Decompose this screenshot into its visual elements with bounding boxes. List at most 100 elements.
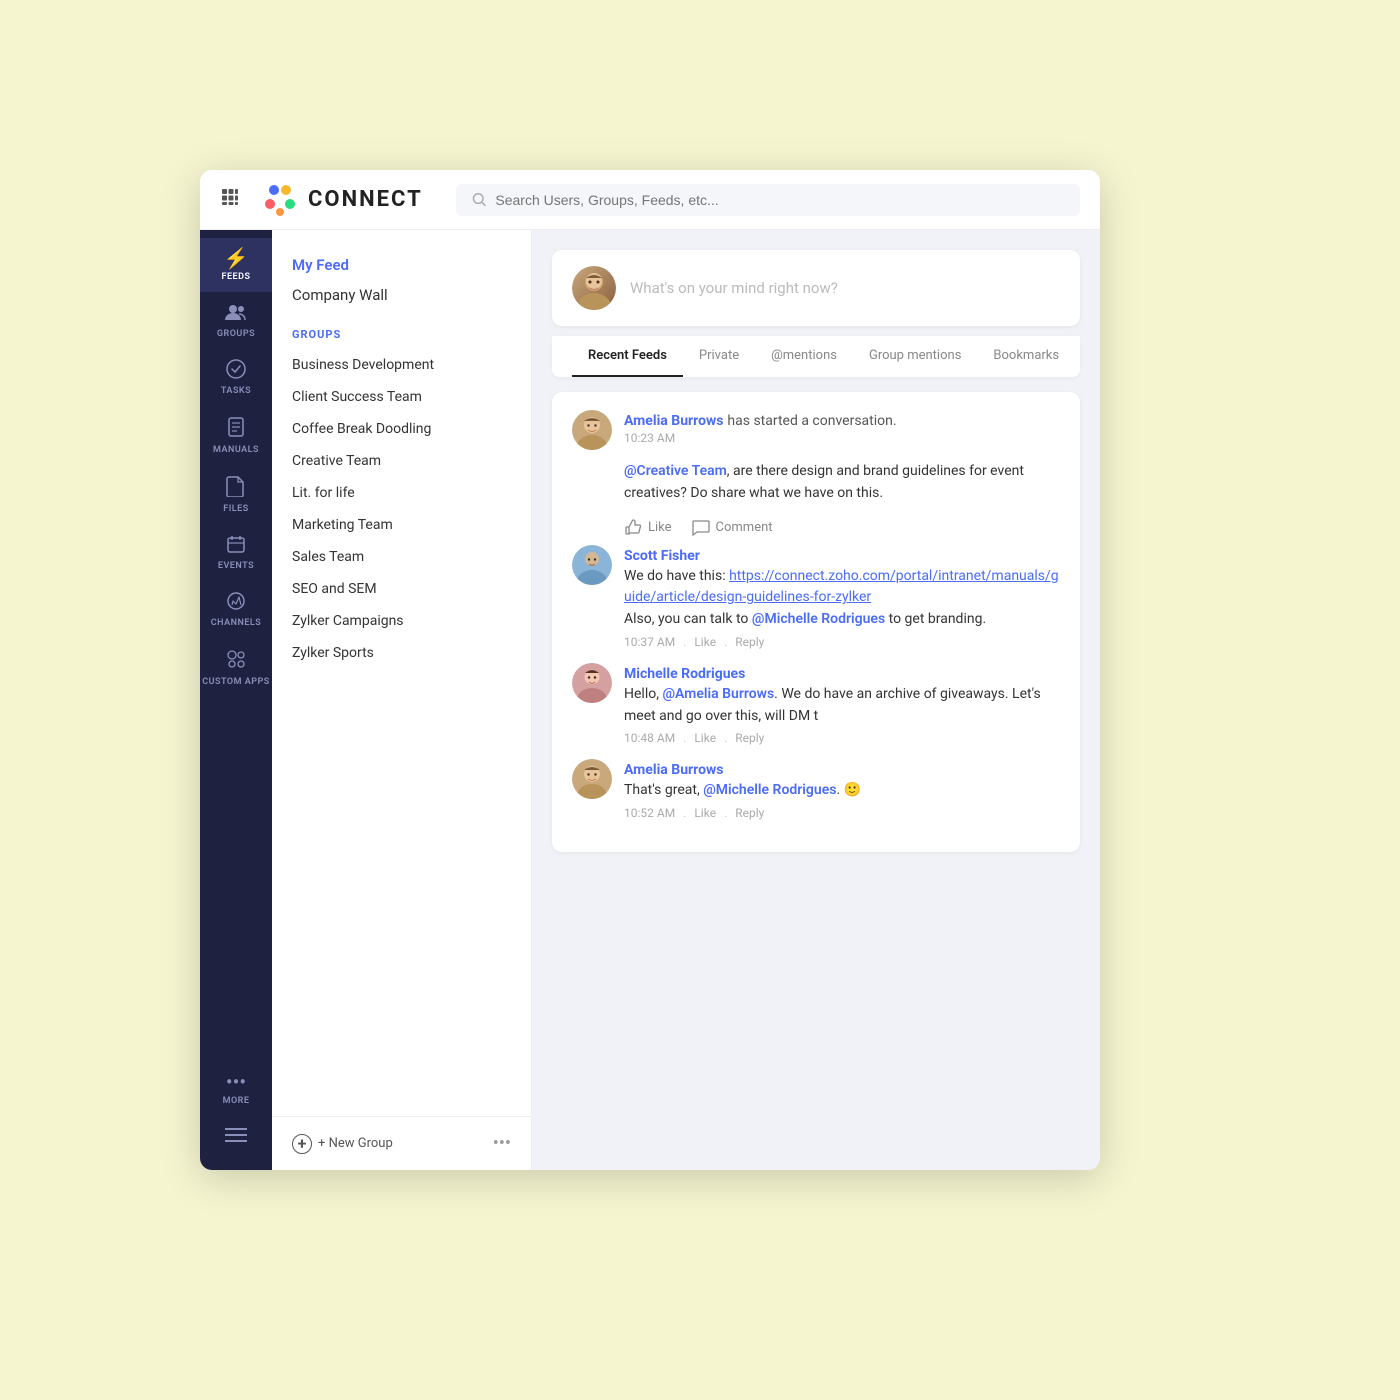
comment-item: Michelle Rodrigues Hello, @Amelia Burrow…: [572, 663, 1060, 745]
content-panel: What's on your mind right now? Recent Fe…: [532, 230, 1100, 1170]
comment-content: Amelia Burrows That's great, @Michelle R…: [624, 759, 1060, 820]
sidebar-item-more[interactable]: ••• MORE: [200, 1062, 272, 1116]
group-item-zylker-sports[interactable]: Zylker Sports: [292, 637, 511, 669]
new-group-button[interactable]: + + New Group: [292, 1134, 393, 1154]
post-placeholder[interactable]: What's on your mind right now?: [630, 279, 838, 297]
logo-text: CONNECT: [308, 187, 423, 212]
custom-apps-icon: [225, 648, 247, 673]
comment-like-button[interactable]: Like: [694, 731, 716, 745]
channels-icon: [225, 591, 247, 614]
company-wall-link[interactable]: Company Wall: [292, 280, 511, 310]
commenter-avatar: [572, 545, 612, 585]
commenter-avatar: [572, 759, 612, 799]
tab-group-mentions[interactable]: Group mentions: [853, 336, 977, 377]
separator: .: [683, 635, 686, 649]
new-group-plus-icon: +: [292, 1134, 312, 1154]
comment-like-button[interactable]: Like: [694, 635, 716, 649]
search-bar[interactable]: [456, 184, 1080, 216]
sidebar-item-feeds[interactable]: ⚡ FEEDS: [200, 238, 272, 292]
group-item-sales-team[interactable]: Sales Team: [292, 541, 511, 573]
sidebar-item-channels[interactable]: CHANNELS: [200, 581, 272, 638]
comment-time: 10:52 AM: [624, 806, 675, 820]
comment-item: Amelia Burrows That's great, @Michelle R…: [572, 759, 1060, 820]
comment-text: We do have this:: [624, 568, 729, 584]
comment-content: Michelle Rodrigues Hello, @Amelia Burrow…: [624, 663, 1060, 745]
mention[interactable]: @Creative Team: [624, 463, 727, 479]
comment-button[interactable]: Comment: [692, 519, 773, 537]
sidebar-item-manuals[interactable]: MANUALS: [200, 406, 272, 465]
app-container: CONNECT ⚡ FEEDS: [200, 170, 1100, 1170]
post-header: Amelia Burrows has started a conversatio…: [572, 410, 1060, 450]
comment-icon: [692, 519, 710, 537]
comment-footer: 10:37 AM . Like . Reply: [624, 635, 1060, 649]
group-item-lit.-for-life[interactable]: Lit. for life: [292, 477, 511, 509]
sidebar-nav: ⚡ FEEDS GROUPS: [200, 230, 272, 1170]
groups-icon: [225, 302, 247, 325]
middle-panel-footer: + + New Group •••: [272, 1116, 531, 1170]
comment-author[interactable]: Michelle Rodrigues: [624, 666, 745, 682]
more-options-icon[interactable]: •••: [493, 1133, 511, 1154]
comment-text: Hello,: [624, 686, 662, 702]
comment-reply-button[interactable]: Reply: [735, 635, 764, 649]
logo-icon: [260, 180, 300, 220]
group-item-marketing-team[interactable]: Marketing Team: [292, 509, 511, 541]
group-item-client-success-team[interactable]: Client Success Team: [292, 381, 511, 413]
mention[interactable]: @Michelle Rodrigues: [752, 611, 885, 627]
sidebar-item-events[interactable]: EVENTS: [200, 524, 272, 581]
my-feed-link[interactable]: My Feed: [292, 250, 511, 280]
like-button[interactable]: Like: [624, 519, 672, 537]
more-icon: •••: [226, 1072, 246, 1092]
post-body: @Creative Team, are there design and bra…: [624, 460, 1060, 505]
groups-list: Business DevelopmentClient Success TeamC…: [292, 349, 511, 669]
post-author-avatar: [572, 410, 612, 450]
comment-text: Also, you can talk to: [624, 611, 752, 627]
comment-time: 10:37 AM: [624, 635, 675, 649]
feed-tabs: Recent FeedsPrivate@mentionsGroup mentio…: [552, 336, 1080, 378]
comment-like-button[interactable]: Like: [694, 806, 716, 820]
comment-text: . 🙂: [836, 782, 861, 798]
group-item-creative-team[interactable]: Creative Team: [292, 445, 511, 477]
separator: .: [724, 806, 727, 820]
posts-container: Amelia Burrows has started a conversatio…: [532, 386, 1100, 858]
grid-icon[interactable]: [220, 187, 240, 212]
comment-reply-button[interactable]: Reply: [735, 731, 764, 745]
group-item-seo-and-sem[interactable]: SEO and SEM: [292, 573, 511, 605]
sidebar-item-groups[interactable]: GROUPS: [200, 292, 272, 349]
commenter-avatar: [572, 663, 612, 703]
tab-private[interactable]: Private: [683, 336, 755, 377]
mention[interactable]: @Michelle Rodrigues: [703, 782, 836, 798]
post-card-post1: Amelia Burrows has started a conversatio…: [552, 392, 1080, 852]
sidebar-item-files[interactable]: FILES: [200, 465, 272, 524]
hamburger-button[interactable]: [200, 1116, 272, 1154]
post-input-box: What's on your mind right now?: [552, 250, 1080, 326]
separator: .: [683, 806, 686, 820]
sidebar-item-tasks[interactable]: TASKS: [200, 349, 272, 406]
tab--mentions[interactable]: @mentions: [755, 336, 853, 377]
search-input[interactable]: [495, 192, 1064, 208]
group-item-business-development[interactable]: Business Development: [292, 349, 511, 381]
tab-recent-feeds[interactable]: Recent Feeds: [572, 336, 683, 377]
header-bar: CONNECT: [200, 170, 1100, 230]
post-time: 10:23 AM: [624, 431, 1060, 445]
new-group-label: + New Group: [318, 1136, 393, 1151]
group-item-zylker-campaigns[interactable]: Zylker Campaigns: [292, 605, 511, 637]
mention[interactable]: @Amelia Burrows: [662, 686, 774, 702]
post-author-name[interactable]: Amelia Burrows: [624, 413, 723, 429]
comment-author[interactable]: Amelia Burrows: [624, 762, 723, 778]
middle-panel-content: My Feed Company Wall GROUPS Business Dev…: [272, 230, 531, 1116]
feeds-icon: ⚡: [224, 248, 249, 268]
comment-reply-button[interactable]: Reply: [735, 806, 764, 820]
group-item-coffee-break-doodling[interactable]: Coffee Break Doodling: [292, 413, 511, 445]
comment-author[interactable]: Scott Fisher: [624, 548, 700, 564]
sidebar-item-custom-apps[interactable]: CUSTOM APPS: [200, 638, 272, 698]
manuals-icon: [227, 416, 245, 441]
tab-bookmarks[interactable]: Bookmarks: [977, 336, 1075, 377]
middle-panel: My Feed Company Wall GROUPS Business Dev…: [272, 230, 532, 1170]
like-label: Like: [648, 520, 672, 535]
groups-section-label: GROUPS: [292, 328, 511, 341]
tabs-container: Recent FeedsPrivate@mentionsGroup mentio…: [572, 336, 1075, 377]
post-action-text: has started a conversation.: [727, 413, 896, 429]
comment-content: Scott Fisher We do have this: https://co…: [624, 545, 1060, 649]
comment-body: Hello, @Amelia Burrows. We do have an ar…: [624, 684, 1060, 727]
tasks-icon: [226, 359, 246, 382]
